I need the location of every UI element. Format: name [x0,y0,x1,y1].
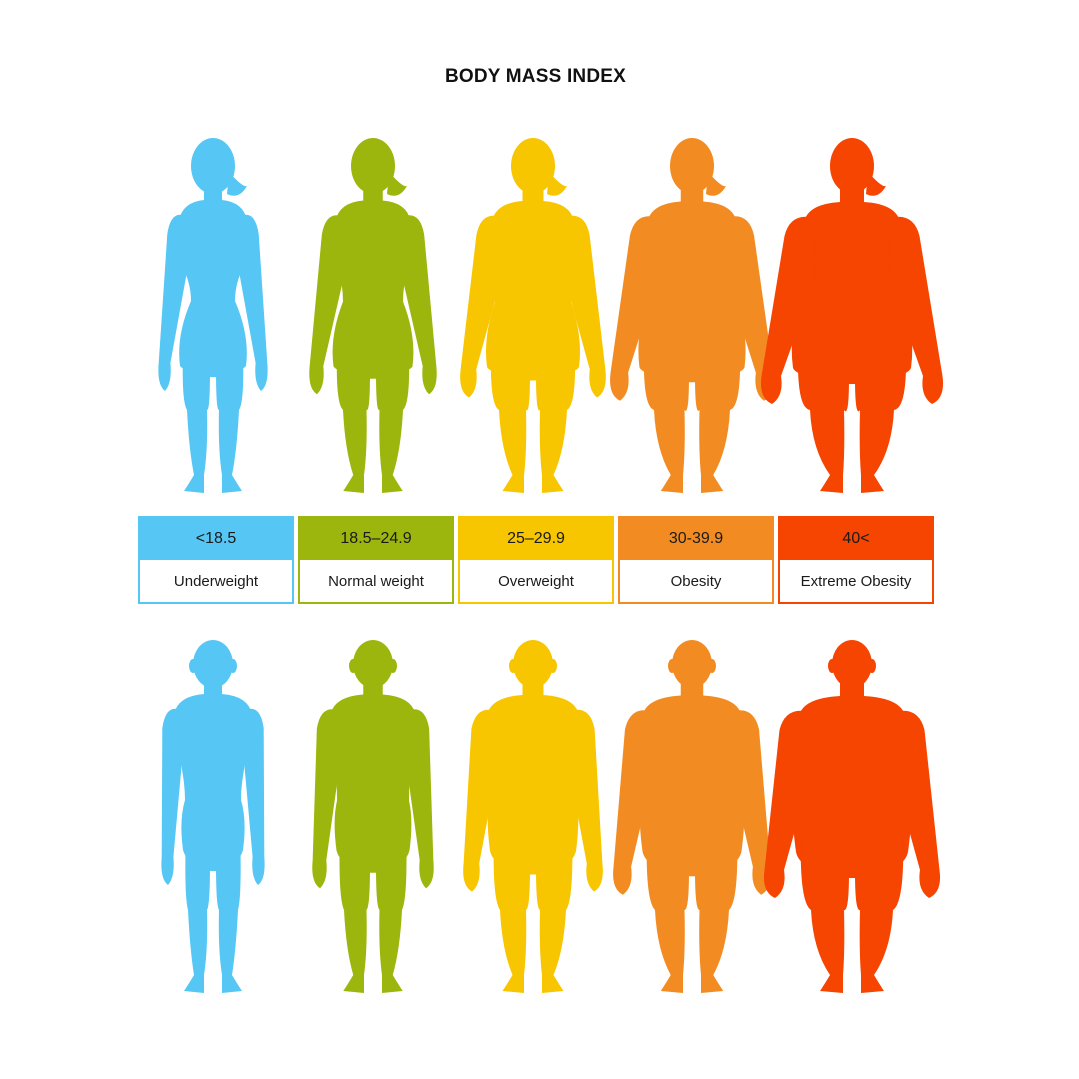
bmi-category-box: 25–29.9 Overweight [458,516,614,604]
bmi-category-label: Obesity [670,573,722,590]
bmi-category-box: 30-39.9 Obesity [618,516,774,604]
bmi-category-label: Normal weight [328,573,424,590]
bmi-category-label: Extreme Obesity [800,573,912,590]
bmi-category-label: Overweight [498,573,574,590]
female-figure [298,130,448,500]
male-silhouette-icon [463,640,603,993]
bmi-category-legend: <18.5 Underweight 18.5–24.9 Normal weight 25… [138,516,934,606]
male-figure [763,630,941,1000]
male-silhouette-icon [161,640,265,993]
female-figure [610,130,774,500]
male-silhouette-icon [613,640,771,993]
female-figure [458,130,608,500]
bmi-category-box: <18.5 Underweight [138,516,294,604]
bmi-range: 18.5–24.9 [300,518,452,560]
female-silhouette-icon [460,138,606,493]
male-figures-row [0,630,1079,1010]
bmi-range: 25–29.9 [460,518,612,560]
page-title: BODY MASS INDEX [444,66,627,87]
female-figures-row [0,130,1079,510]
male-figure [613,630,771,1000]
bmi-range: 40< [780,518,932,560]
female-figure [760,130,944,500]
male-figure [138,630,288,1000]
male-figure [298,630,448,1000]
female-figure [138,130,288,500]
bmi-category-label: Underweight [173,573,259,590]
bmi-category-box: 18.5–24.9 Normal weight [298,516,454,604]
bmi-range: <18.5 [140,518,292,560]
female-silhouette-icon [760,138,944,493]
bmi-range: 30-39.9 [620,518,772,560]
male-figure [458,630,608,1000]
male-silhouette-icon [763,640,941,993]
bmi-category-box: 40< Extreme Obesity [778,516,934,604]
female-silhouette-icon [610,138,774,493]
female-silhouette-icon [158,138,268,493]
male-silhouette-icon [312,640,434,993]
female-silhouette-icon [309,138,437,493]
